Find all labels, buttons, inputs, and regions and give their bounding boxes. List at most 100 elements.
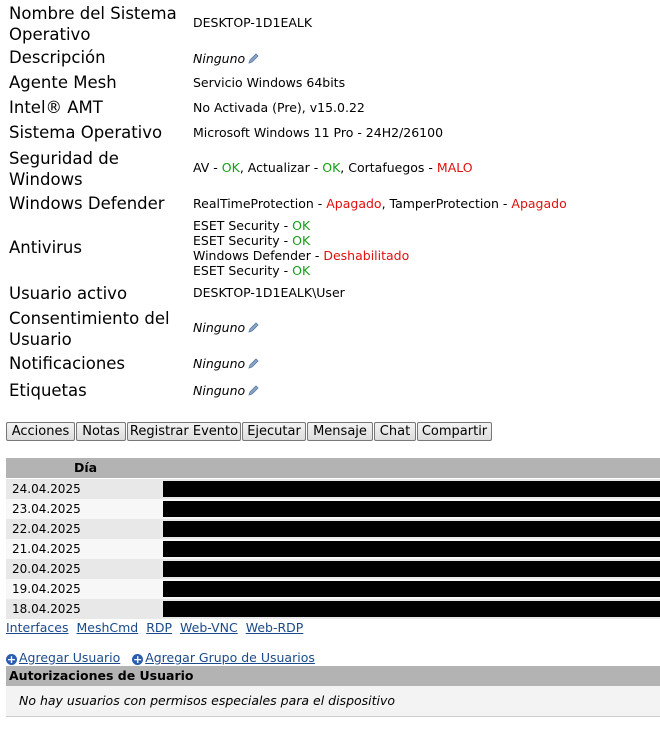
row-consent: Consentimiento del Usuario Ninguno (0, 307, 660, 351)
active-user-value: DESKTOP-1D1EALK\User (193, 285, 345, 300)
tamper-text: TamperProtection (389, 196, 499, 211)
chat-button[interactable]: Chat (374, 422, 416, 441)
row-antivirus: Antivirus ESET Security - OK ESET Securi… (0, 218, 660, 278)
antivirus-status: OK (292, 233, 311, 248)
active-user-label: Usuario activo (9, 284, 128, 303)
security-label: Seguridad de Windows (9, 149, 119, 189)
antivirus-name: Windows Defender (193, 248, 311, 263)
user-permissions-panel: Autorizaciones de Usuario No hay usuario… (6, 666, 660, 717)
antivirus-status: OK (292, 218, 311, 233)
interfaces-link[interactable]: Interfaces (6, 620, 68, 635)
table-row[interactable]: 24.04.2025 (6, 479, 660, 499)
redacted-bar (163, 541, 660, 557)
web-vnc-link[interactable]: Web-VNC (180, 620, 238, 635)
rdp-link[interactable]: RDP (146, 620, 172, 635)
day-column-header: Día (74, 460, 98, 475)
add-group-plus-icon: + (132, 653, 144, 666)
description-text: Ninguno (193, 51, 246, 66)
table-row[interactable]: 20.04.2025 (6, 559, 660, 579)
intel-amt-value: No Activada (Pre), v15.0.22 (193, 100, 365, 115)
row-date: 23.04.2025 (12, 502, 81, 516)
row-os-name: Nombre del Sistema Operativo DESKTOP-1D1… (0, 2, 660, 46)
row-windows-security: Seguridad de Windows AV - OK, Actualizar… (0, 147, 660, 191)
meshcmd-link[interactable]: MeshCmd (76, 620, 138, 635)
row-notifications: Notificaciones Ninguno (0, 353, 660, 375)
antivirus-item: ESET Security - OK (193, 218, 311, 233)
antivirus-label: Antivirus (9, 238, 82, 257)
add-group-link[interactable]: Agregar Grupo de Usuarios (145, 650, 315, 665)
row-date: 18.04.2025 (12, 602, 81, 616)
firewall-text: Cortafuegos (348, 160, 425, 175)
permissions-header: Autorizaciones de Usuario (6, 666, 660, 686)
defender-value: RealTimeProtection - Apagado, TamperProt… (193, 196, 567, 211)
table-row[interactable]: 23.04.2025 (6, 499, 660, 519)
realtime-text: RealTimeProtection (193, 196, 314, 211)
redacted-bar (163, 601, 660, 617)
notas-button[interactable]: Notas (76, 422, 126, 441)
antivirus-item: Windows Defender - Deshabilitado (193, 248, 410, 263)
row-intel-amt: Intel® AMT No Activada (Pre), v15.0.22 (0, 97, 660, 119)
tags-label: Etiquetas (9, 381, 87, 400)
defender-label: Windows Defender (9, 194, 165, 213)
antivirus-list: ESET Security - OK ESET Security - OK Wi… (193, 218, 653, 278)
notifications-value: Ninguno (193, 356, 653, 372)
av-status: OK (221, 160, 240, 175)
table-row[interactable]: 18.04.2025 (6, 599, 660, 619)
row-date: 21.04.2025 (12, 542, 81, 556)
edit-consent-pencil-icon[interactable] (248, 321, 259, 336)
redacted-bar (163, 521, 660, 537)
redacted-bar (163, 561, 660, 577)
edit-notifications-pencil-icon[interactable] (248, 357, 259, 372)
tamper-status: Apagado (511, 196, 567, 211)
antivirus-status: OK (292, 263, 311, 278)
os-name-value: DESKTOP-1D1EALK (193, 15, 313, 30)
row-active-user: Usuario activo DESKTOP-1D1EALK\User (0, 283, 660, 305)
row-description: Descripción Ninguno (0, 47, 660, 69)
update-status: OK (322, 160, 341, 175)
av-text: AV (193, 160, 210, 175)
add-user-link[interactable]: Agregar Usuario (19, 650, 120, 665)
mensaje-button[interactable]: Mensaje (307, 422, 373, 441)
tags-text: Ninguno (193, 383, 246, 398)
description-value: Ninguno (193, 51, 653, 67)
web-rdp-link[interactable]: Web-RDP (246, 620, 304, 635)
antivirus-name: ESET Security (193, 263, 280, 278)
update-text: Actualizar (247, 160, 310, 175)
acciones-button[interactable]: Acciones (6, 422, 75, 441)
edit-description-pencil-icon[interactable] (248, 52, 259, 67)
consent-label: Consentimiento del Usuario (9, 309, 170, 349)
registrar-evento-button[interactable]: Registrar Evento (127, 422, 241, 441)
permissions-empty-text: No hay usuarios con permisos especiales … (6, 686, 660, 717)
redacted-bar (163, 501, 660, 517)
antivirus-name: ESET Security (193, 218, 280, 233)
consent-value: Ninguno (193, 320, 653, 336)
antivirus-item: ESET Security - OK (193, 263, 311, 278)
edit-tags-pencil-icon[interactable] (248, 384, 259, 399)
antivirus-status: Deshabilitado (323, 248, 410, 263)
row-windows-defender: Windows Defender RealTimeProtection - Ap… (0, 193, 660, 215)
compartir-button[interactable]: Compartir (417, 422, 492, 441)
notifications-text: Ninguno (193, 356, 246, 371)
ejecutar-button[interactable]: Ejecutar (242, 422, 306, 441)
security-value: AV - OK, Actualizar - OK, Cortafuegos - … (193, 160, 473, 175)
row-date: 24.04.2025 (12, 482, 81, 496)
description-label: Descripción (9, 48, 106, 67)
row-date: 19.04.2025 (12, 582, 81, 596)
events-table-header: Día (6, 458, 660, 478)
os-value: Microsoft Windows 11 Pro - 24H2/26100 (193, 125, 444, 140)
table-row[interactable]: 19.04.2025 (6, 579, 660, 599)
add-user-plus-icon: + (6, 653, 17, 666)
antivirus-name: ESET Security (193, 233, 280, 248)
connection-links: Interfaces MeshCmd RDP Web-VNC Web-RDP (6, 620, 307, 635)
row-tags: Etiquetas Ninguno (0, 380, 660, 402)
mesh-agent-label: Agente Mesh (9, 73, 117, 92)
redacted-bar (163, 481, 660, 497)
table-row[interactable]: 21.04.2025 (6, 539, 660, 559)
os-label: Sistema Operativo (9, 123, 163, 142)
mesh-agent-value: Servicio Windows 64bits (193, 75, 346, 90)
row-mesh-agent: Agente Mesh Servicio Windows 64bits (0, 72, 660, 94)
antivirus-item: ESET Security - OK (193, 233, 311, 248)
row-os: Sistema Operativo Microsoft Windows 11 P… (0, 122, 660, 144)
row-date: 22.04.2025 (12, 522, 81, 536)
table-row[interactable]: 22.04.2025 (6, 519, 660, 539)
